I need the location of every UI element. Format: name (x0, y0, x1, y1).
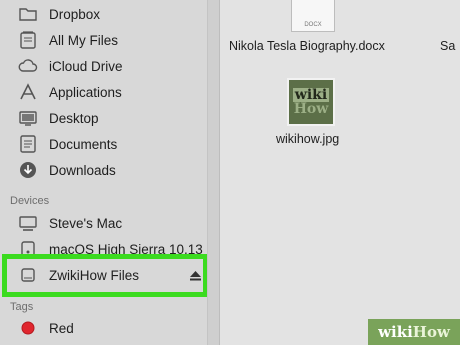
sidebar-item-label: iCloud Drive (49, 58, 123, 74)
thumb-text-top: wiki (292, 87, 330, 103)
sidebar-item-label: Downloads (49, 162, 116, 178)
docx-type-label: DOCX (304, 22, 322, 28)
sidebar-scrollbar[interactable] (207, 0, 220, 345)
sidebar-item-downloads[interactable]: Downloads (0, 157, 207, 183)
sidebar-item-applications[interactable]: Applications (0, 79, 207, 105)
sidebar-item-label: Steve's Mac (49, 215, 123, 231)
sidebar-item-steves-mac[interactable]: Steve's Mac (0, 210, 207, 236)
sidebar-item-label: Dropbox (49, 6, 101, 22)
download-icon (17, 160, 39, 180)
wikihow-image-thumbnail[interactable]: wiki How (287, 78, 335, 126)
cloud-icon (17, 56, 39, 76)
red-tag-icon (17, 318, 39, 338)
sidebar-item-tag-red[interactable]: Red (0, 315, 207, 341)
sidebar-item-documents[interactable]: Documents (0, 131, 207, 157)
selection-highlight (2, 254, 208, 297)
desktop-icon (17, 108, 39, 128)
section-header-tags: Tags (10, 301, 34, 313)
finder-sidebar: Dropbox All My Files iCloud Drive Applic… (0, 0, 208, 345)
watermark-part1: wiki (378, 323, 413, 341)
section-header-devices: Devices (10, 195, 50, 207)
documents-icon (17, 134, 39, 154)
wikihow-watermark: wiki How (368, 319, 460, 345)
file-name-partial[interactable]: Sa (440, 39, 455, 53)
all-files-icon (17, 30, 39, 50)
sidebar-item-all-my-files[interactable]: All My Files (0, 27, 207, 53)
sidebar-item-desktop[interactable]: Desktop (0, 105, 207, 131)
computer-icon (17, 213, 39, 233)
sidebar-item-label: Documents (49, 136, 118, 152)
file-name-docx[interactable]: Nikola Tesla Biography.docx (229, 39, 385, 53)
docx-file-icon[interactable]: DOCX (291, 0, 335, 32)
watermark-part2: How (412, 323, 450, 341)
applications-icon (17, 82, 39, 102)
sidebar-item-dropbox[interactable]: Dropbox (0, 1, 207, 27)
sidebar-item-label: All My Files (49, 32, 119, 48)
sidebar-item-icloud-drive[interactable]: iCloud Drive (0, 53, 207, 79)
folder-icon (17, 4, 39, 24)
file-name-jpg[interactable]: wikihow.jpg (276, 132, 339, 146)
thumb-text-bottom: How (293, 101, 329, 117)
sidebar-item-label: Applications (49, 84, 122, 100)
sidebar-item-label: Red (49, 320, 74, 336)
sidebar-item-label: Desktop (49, 110, 99, 126)
